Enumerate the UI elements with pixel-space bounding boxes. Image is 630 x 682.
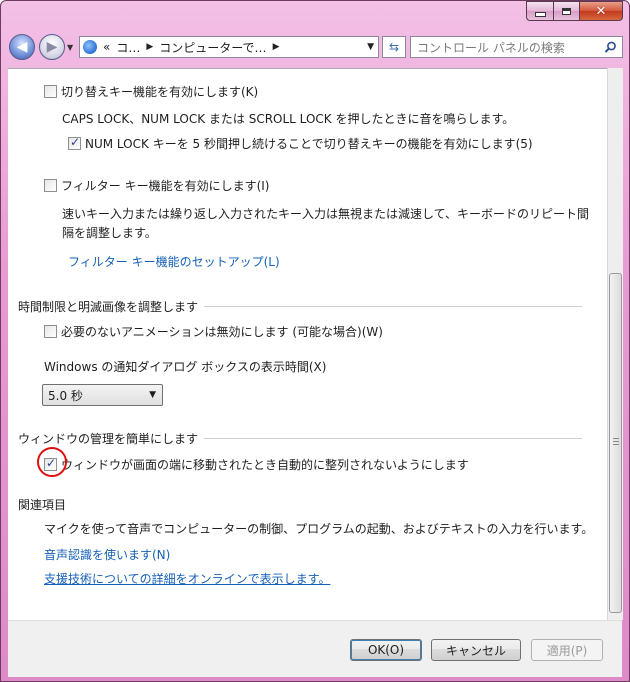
section-divider — [204, 438, 582, 439]
grip-line — [613, 438, 619, 439]
back-arrow-icon: ◀ — [16, 39, 28, 55]
back-button[interactable]: ◀ — [9, 34, 35, 60]
speech-recognition-link[interactable]: 音声認識を使います(N) — [44, 546, 170, 563]
refresh-icon: ⇆ — [388, 40, 400, 54]
control-panel-icon — [83, 40, 97, 54]
toggle-keys-checkbox[interactable] — [44, 85, 57, 98]
disable-animations-label[interactable]: 必要のないアニメーションは無効にします (可能な場合)(W) — [61, 323, 383, 340]
notification-time-label: Windows の通知ダイアログ ボックスの表示時間(X) — [44, 360, 327, 374]
highlight-circle — [37, 447, 67, 477]
toggle-keys-description: CAPS LOCK、NUM LOCK または SCROLL LOCK を押したと… — [62, 112, 515, 126]
num-lock-toggle-checkbox[interactable] — [68, 135, 81, 150]
time-limits-heading: 時間制限と明滅画像を調整します — [18, 300, 199, 314]
recent-pages-dropdown[interactable]: ▼ — [67, 43, 73, 52]
related-heading: 関連項目 — [18, 498, 67, 512]
filter-keys-setup-link[interactable]: フィルター キー機能のセットアップ(L) — [68, 253, 280, 270]
breadcrumb-separator-icon[interactable]: ▶ — [146, 42, 153, 52]
forward-button[interactable]: ▶ — [39, 34, 65, 60]
assistive-tech-online-link[interactable]: 支援技術についての詳細をオンラインで表示します。 — [44, 570, 330, 587]
search-box[interactable]: コントロール パネルの検索 — [410, 36, 623, 58]
address-overflow-chevron[interactable]: « — [103, 40, 110, 54]
breadcrumb-separator-icon[interactable]: ▶ — [273, 42, 280, 52]
apply-button[interactable]: 適用(P) — [531, 639, 603, 661]
prevent-snap-label[interactable]: ウィンドウが画面の端に移動されたとき自動的に整列されないようにします — [61, 456, 469, 473]
toggle-keys-label[interactable]: 切り替えキー機能を有効にします(K) — [61, 83, 258, 100]
filter-keys-description-line1: 速いキー入力または繰り返し入力されたキー入力は無視または減速して、キーボードのリ… — [62, 207, 590, 221]
filter-keys-checkbox[interactable] — [44, 179, 57, 192]
maximize-button[interactable] — [553, 1, 579, 21]
caption-buttons: ✕ — [526, 1, 623, 21]
search-input[interactable]: コントロール パネルの検索 — [417, 39, 565, 56]
cancel-button[interactable]: キャンセル — [431, 639, 521, 661]
minimize-icon — [534, 11, 546, 17]
num-lock-toggle-label[interactable]: NUM LOCK キーを 5 秒間押し続けることで切り替えキーの機能を有効にしま… — [85, 135, 533, 152]
close-icon: ✕ — [595, 3, 607, 19]
window-management-heading: ウィンドウの管理を簡単にします — [18, 432, 199, 446]
disable-animations-checkbox[interactable] — [44, 325, 57, 338]
breadcrumb-segment-2[interactable]: コンピューターで… — [159, 39, 266, 56]
chevron-down-icon: ▼ — [149, 390, 156, 400]
maximize-icon — [562, 7, 571, 15]
search-icon[interactable] — [604, 41, 617, 54]
speech-description: マイクを使って音声でコンピューターの制御、プログラムの起動、およびテキストの入力… — [44, 522, 594, 536]
notification-time-select[interactable]: 5.0 秒 ▼ — [42, 384, 163, 406]
address-dropdown-icon[interactable]: ▼ — [367, 42, 374, 52]
address-bar[interactable]: « コ… ▶ コンピューターで… ▶ ▼ — [79, 36, 379, 58]
minimize-button[interactable] — [526, 1, 553, 21]
vertical-scrollbar[interactable] — [607, 68, 623, 620]
grip-line — [613, 441, 619, 442]
section-divider — [204, 306, 582, 307]
ok-button[interactable]: OK(O) — [350, 639, 422, 661]
refresh-button[interactable]: ⇆ — [382, 36, 406, 58]
filter-keys-description-line2: 隔を調整します。 — [62, 226, 157, 240]
dialog-footer: OK(O) キャンセル 適用(P) — [8, 620, 622, 677]
scrollbar-thumb[interactable] — [609, 273, 622, 613]
breadcrumb-segment-1[interactable]: コ… — [116, 39, 140, 56]
forward-arrow-icon: ▶ — [46, 39, 58, 55]
navigation-bar: ◀ ▶ ▼ « コ… ▶ コンピューターで… ▶ ▼ ⇆ コントロール パネルの… — [9, 31, 623, 63]
settings-content: 切り替えキー機能を有効にします(K) CAPS LOCK、NUM LOCK また… — [8, 68, 607, 621]
grip-line — [613, 444, 619, 445]
filter-keys-label[interactable]: フィルター キー機能を有効にします(I) — [61, 177, 269, 194]
close-button[interactable]: ✕ — [579, 1, 623, 21]
notification-time-value: 5.0 秒 — [48, 388, 83, 403]
